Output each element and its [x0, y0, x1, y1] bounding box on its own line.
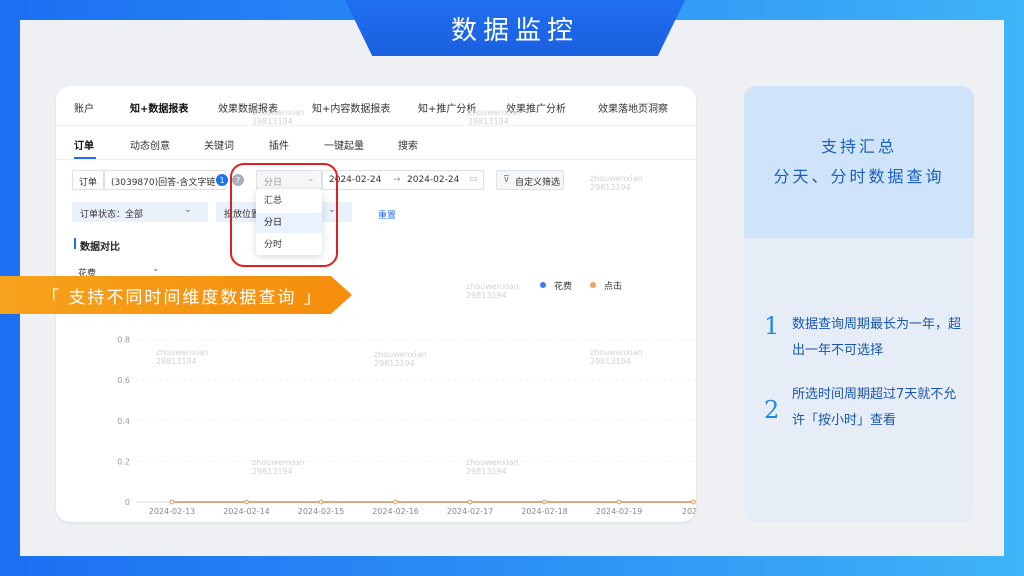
data-point-1 [393, 499, 398, 505]
note-item: 1 数据查询周期最长为一年，超出一年不可选择 [764, 312, 964, 372]
x-tick-label: 2024-02-13 [149, 507, 196, 516]
info-panel: 支持汇总 分天、分时数据查询 1 数据查询周期最长为一年，超出一年不可选择 2 … [744, 86, 974, 522]
x-tick-label: 2024-02-19 [596, 507, 643, 516]
page-title: 数据监控 [345, 0, 685, 56]
note-item: 2 所选时间周期超过7天就不允许「按小时」查看 [764, 382, 964, 462]
y-tick-label: 0 [125, 498, 130, 507]
x-tick-label: 2024-02-16 [372, 507, 419, 516]
feature-banner: 「 支持不同时间维度数据查询 」 [0, 276, 352, 314]
y-tick-label: 0.6 [117, 376, 130, 385]
highlight-circle [230, 163, 338, 267]
data-point-1 [542, 499, 547, 505]
data-point-1 [169, 499, 175, 505]
watermark: zhouwenxian 29813194 [466, 458, 519, 476]
note-number: 2 [764, 396, 780, 424]
data-point-1 [467, 499, 473, 505]
y-tick-label: 0.2 [117, 457, 130, 466]
data-point-1 [318, 499, 324, 505]
x-tick-label: 2024-02-18 [521, 507, 568, 516]
x-tick-label: 2024-02-14 [223, 507, 270, 516]
panel-heading-line1: 支持汇总 [820, 137, 897, 156]
watermark: zhouwenxian 29813194 [252, 458, 305, 476]
data-point-1 [616, 499, 622, 505]
y-tick-label: 0.4 [117, 417, 130, 426]
note-text: 所选时间周期超过7天就不允许「按小时」查看 [792, 387, 957, 428]
panel-heading-line2: 分天、分时数据查询 [773, 167, 945, 186]
y-tick-label: 0.8 [117, 336, 130, 345]
data-point-1 [244, 499, 249, 505]
watermark: zhouwenxian 29813194 [374, 350, 427, 368]
watermark: zhouwenxian 29813194 [156, 348, 209, 366]
note-number: 1 [764, 312, 780, 340]
x-tick-label: 2024-02-17 [447, 507, 494, 516]
data-point-1 [691, 499, 696, 505]
watermark: zhouwenxian 29813194 [466, 282, 519, 300]
panel-heading: 支持汇总 分天、分时数据查询 [744, 86, 974, 238]
watermark: zhouwenxian 29813194 [590, 348, 643, 366]
watermark: zhouwenxian 29813194 [590, 174, 643, 192]
watermark: zhouwenxian 29813194 [252, 108, 305, 126]
note-text: 数据查询周期最长为一年，超出一年不可选择 [792, 317, 962, 358]
watermark: zhouwenxian 29813194 [468, 108, 521, 126]
x-tick-label: 2024-02-15 [298, 507, 345, 516]
x-tick-label: 2024- [682, 507, 696, 516]
